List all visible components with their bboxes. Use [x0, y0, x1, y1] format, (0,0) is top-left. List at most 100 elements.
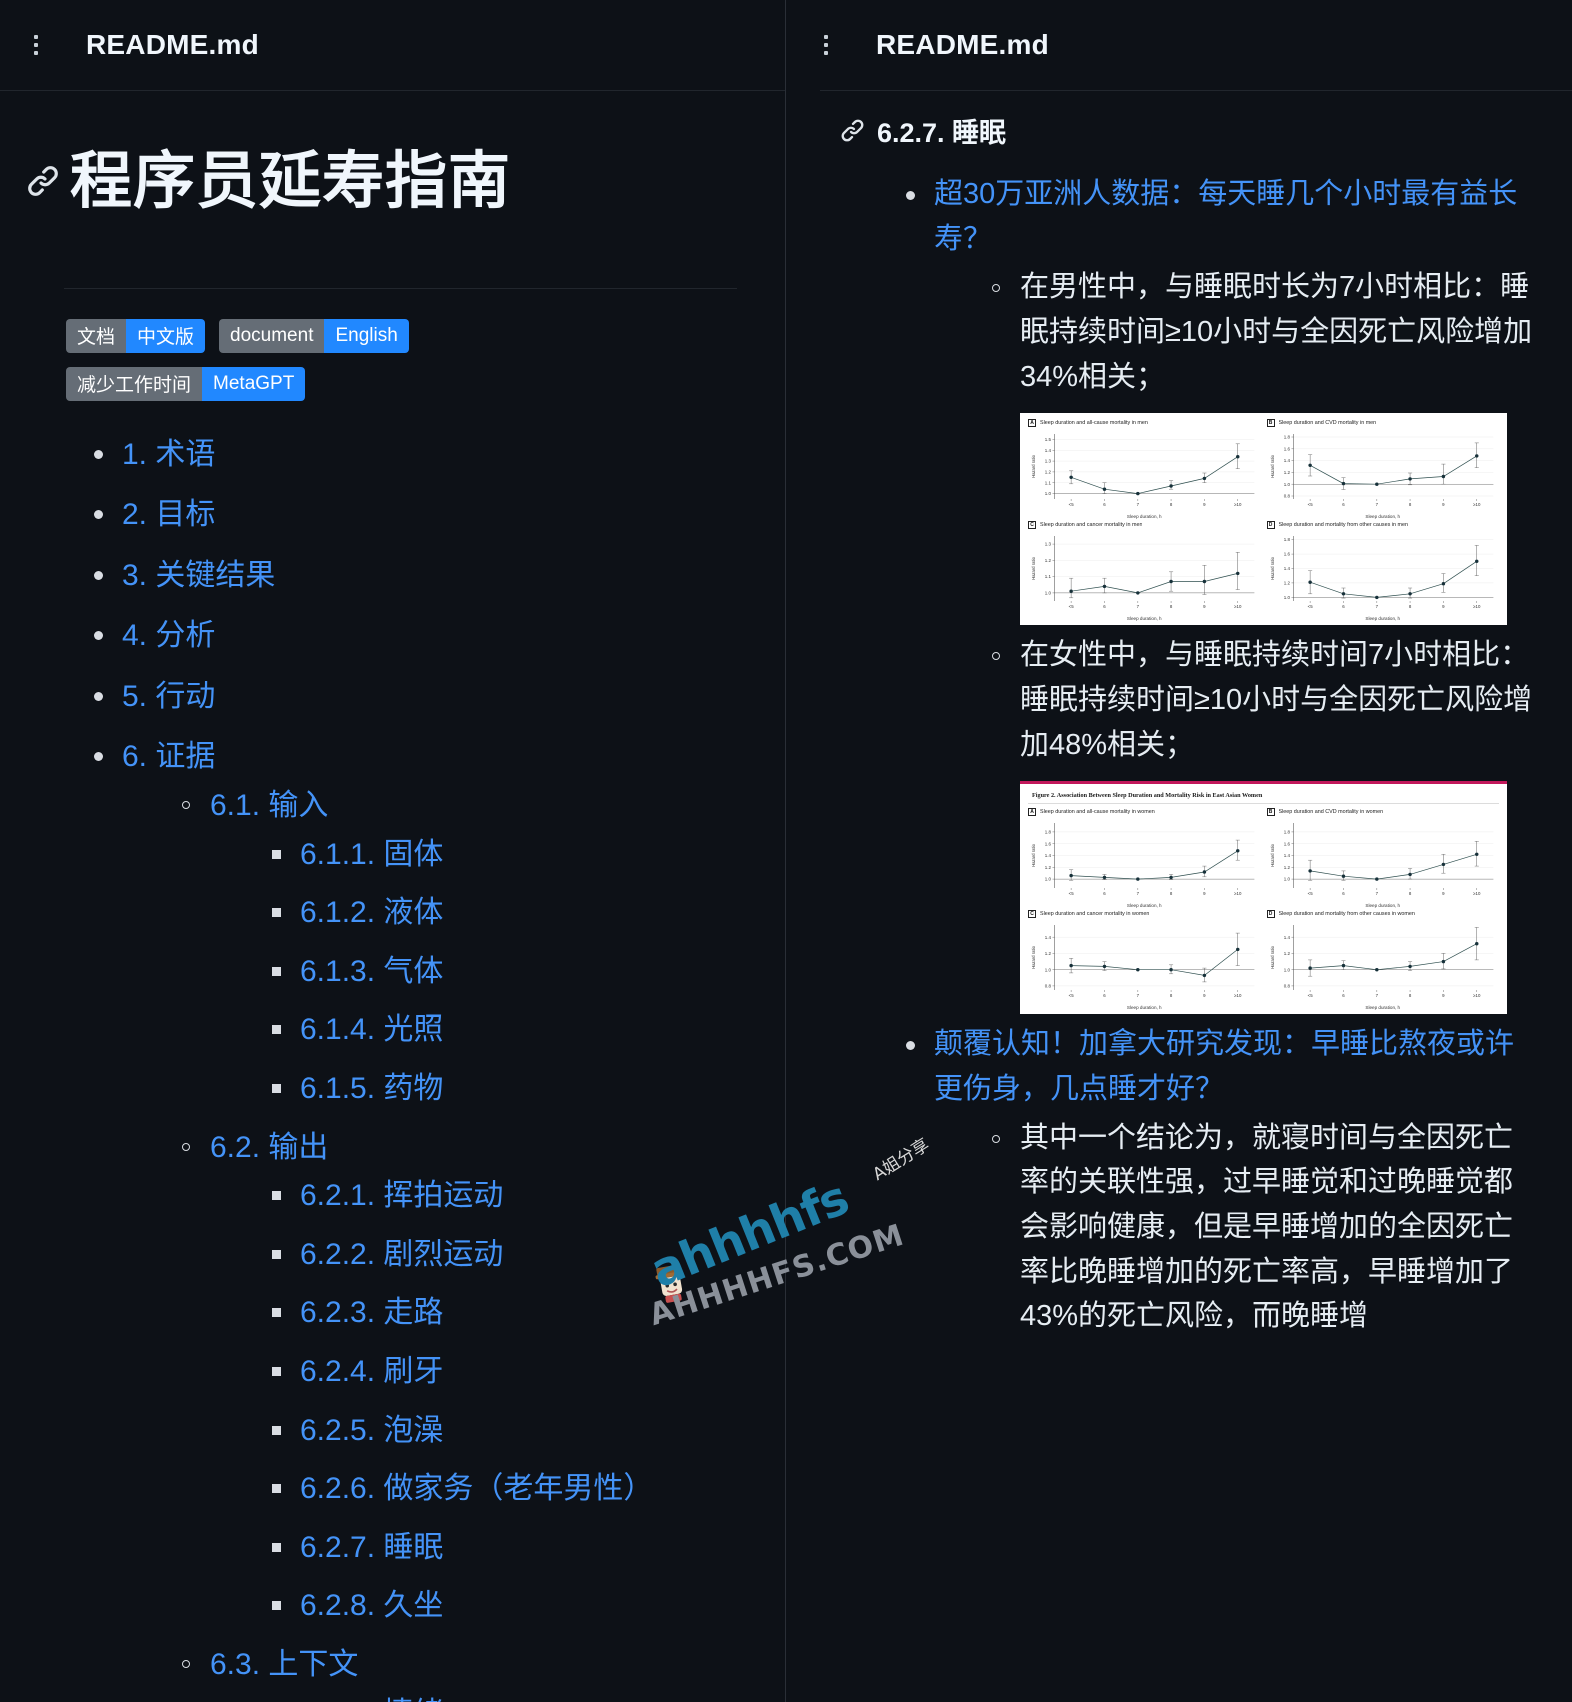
- bullet-square-icon: [272, 1025, 281, 1035]
- chart-x-axis-label: Sleep duration, h: [1365, 903, 1401, 909]
- svg-text:1.4: 1.4: [1283, 853, 1290, 858]
- bullet-disc-icon: [94, 691, 103, 701]
- svg-text:9: 9: [1442, 993, 1445, 998]
- toc-link-6-1-4[interactable]: 6.1.4. 光照: [300, 1013, 443, 1046]
- toc-link-6-1-5[interactable]: 6.1.5. 药物: [300, 1072, 443, 1105]
- chart-x-axis-label: Sleep duration, h: [1126, 903, 1162, 909]
- chart-x-axis-label: Sleep duration, h: [1365, 514, 1401, 520]
- chart-plot-area: 1.0 1.2 1.4 1.6 1.8 <5 6 7 8 9 ≥10 Hazard ratio: [1267, 818, 1500, 902]
- badge-doc-en[interactable]: document English: [219, 318, 409, 353]
- chart-x-axis-label: Sleep duration, h: [1126, 514, 1162, 520]
- toc-link-6-2-6[interactable]: 6.2.6. 做家务（老年男性）: [300, 1472, 653, 1505]
- list-item: 超30万亚洲人数据：每天睡几个小时最有益长寿？ 在男性中，与睡眠时长为7小时相比…: [902, 172, 1538, 1015]
- svg-text:8: 8: [1170, 604, 1173, 609]
- toc-link-6-1-1[interactable]: 6.1.1. 固体: [300, 838, 443, 871]
- toc-link-1[interactable]: 1. 术语: [122, 438, 215, 471]
- outline-list-icon[interactable]: [824, 33, 854, 57]
- list-item: 4. 分析: [90, 612, 745, 661]
- svg-text:1.4: 1.4: [1045, 448, 1052, 453]
- chart-panel-b: B Sleep duration and CVD mortality in me…: [1266, 419, 1500, 520]
- toc-link-6-3[interactable]: 6.3. 上下文: [210, 1648, 358, 1681]
- svg-text:<5: <5: [1069, 891, 1075, 896]
- table-of-contents: 1. 术语 2. 目标 3. 关键结果 4. 分析 5. 行动 6. 证据 6.…: [90, 431, 745, 1702]
- svg-text:8: 8: [1170, 502, 1173, 507]
- evidence-link-2[interactable]: 颠覆认知！加拿大研究发现：早睡比熬夜或许更伤身，几点睡才好？: [934, 1022, 1538, 1111]
- svg-text:7: 7: [1137, 993, 1140, 998]
- link-icon[interactable]: [26, 164, 60, 198]
- badge-value: MetaGPT: [202, 366, 306, 401]
- page-title-row: 程序员延寿指南: [26, 105, 745, 258]
- svg-text:1.0: 1.0: [1045, 877, 1052, 882]
- figure-men-sleep-mortality: A Sleep duration and all-cause mortality…: [1020, 413, 1507, 626]
- evidence-link-1[interactable]: 超30万亚洲人数据：每天睡几个小时最有益长寿？: [934, 172, 1538, 261]
- chart-panel-header: B Sleep duration and CVD mortality in wo…: [1266, 808, 1500, 817]
- list-item: 在女性中，与睡眠持续时间7小时相比：睡眠持续时间≥10小时与全因死亡风险增加48…: [988, 633, 1538, 1015]
- svg-text:6: 6: [1103, 993, 1106, 998]
- svg-text:≥10: ≥10: [1473, 993, 1481, 998]
- toc-sublist-6-1: 6.1.1. 固体 6.1.2. 液体 6.1.3. 气体 6.1.4. 光照 …: [268, 831, 745, 1114]
- chart-plot-area: 1.0 1.2 1.4 1.6 1.8 <5 6 7 8 9 ≥10 Hazard ratio: [1267, 531, 1500, 615]
- outline-list-icon[interactable]: [34, 33, 64, 57]
- svg-text:1.0: 1.0: [1283, 595, 1290, 600]
- svg-text:1.2: 1.2: [1045, 951, 1052, 956]
- bullet-circle-icon: [992, 1134, 1000, 1143]
- toc-link-6-2-3[interactable]: 6.2.3. 走路: [300, 1296, 443, 1329]
- toc-link-6-2-7[interactable]: 6.2.7. 睡眠: [300, 1531, 443, 1564]
- badge-row: 减少工作时间 MetaGPT: [66, 366, 306, 401]
- svg-text:0.8: 0.8: [1283, 984, 1290, 989]
- toc-link-4[interactable]: 4. 分析: [122, 619, 215, 652]
- toc-link-6[interactable]: 6. 证据: [122, 740, 215, 773]
- toc-link-6-2-1[interactable]: 6.2.1. 挥拍运动: [300, 1179, 503, 1212]
- chart-panel-a: A Sleep duration and all-cause mortality…: [1028, 808, 1261, 908]
- bullet-disc-icon: [94, 510, 103, 520]
- badge-metagpt[interactable]: 减少工作时间 MetaGPT: [66, 366, 306, 401]
- toc-link-5[interactable]: 5. 行动: [122, 680, 215, 713]
- toc-link-6-2-5[interactable]: 6.2.5. 泡澡: [300, 1414, 443, 1447]
- toc-link-6-2[interactable]: 6.2. 输出: [210, 1131, 328, 1164]
- svg-text:≥10: ≥10: [1234, 502, 1242, 507]
- svg-text:<5: <5: [1307, 502, 1313, 507]
- list-item: 6.3.1. 情绪: [268, 1690, 745, 1702]
- toc-link-6-2-2[interactable]: 6.2.2. 剧烈运动: [300, 1238, 503, 1271]
- svg-text:9: 9: [1203, 993, 1206, 998]
- svg-text:≥10: ≥10: [1234, 891, 1242, 896]
- evidence-text: 在男性中，与睡眠时长为7小时相比：睡眠持续时间≥10小时与全因死亡风险增加34%…: [1020, 271, 1533, 393]
- bullet-disc-icon: [906, 191, 915, 200]
- svg-text:<5: <5: [1307, 604, 1313, 609]
- right-pane-header: README.md: [786, 0, 1572, 90]
- chart-panel-letter: C: [1028, 910, 1036, 919]
- link-icon[interactable]: [840, 118, 865, 143]
- svg-text:8: 8: [1408, 993, 1411, 998]
- list-item: 6.2.6. 做家务（老年男性）: [268, 1465, 745, 1514]
- toc-link-3[interactable]: 3. 关键结果: [122, 559, 275, 592]
- svg-text:1.0: 1.0: [1283, 968, 1290, 973]
- svg-text:1.8: 1.8: [1283, 435, 1290, 440]
- svg-text:1.4: 1.4: [1045, 935, 1052, 940]
- toc-link-6-2-4[interactable]: 6.2.4. 刷牙: [300, 1355, 443, 1388]
- svg-text:9: 9: [1203, 891, 1206, 896]
- svg-text:0.8: 0.8: [1045, 984, 1052, 989]
- badge-doc-zh[interactable]: 文档 中文版: [66, 318, 206, 353]
- svg-text:6: 6: [1342, 604, 1345, 609]
- chart-panel-a: A Sleep duration and all-cause mortality…: [1028, 419, 1261, 519]
- svg-text:1.2: 1.2: [1045, 865, 1052, 870]
- svg-text:9: 9: [1442, 502, 1445, 507]
- toc-link-6-1[interactable]: 6.1. 输入: [210, 789, 328, 822]
- chart-plot-area: 1.0 1.2 1.4 1.6 1.8 <5 6 7 8 9 ≥10 Hazard ratio: [1028, 818, 1261, 902]
- svg-text:6: 6: [1103, 604, 1106, 609]
- toc-link-6-2-8[interactable]: 6.2.8. 久坐: [300, 1589, 443, 1622]
- bullet-disc-icon: [94, 570, 103, 580]
- svg-text:≥10: ≥10: [1234, 604, 1242, 609]
- chart-x-axis-label: Sleep duration, h: [1365, 1005, 1401, 1011]
- toc-link-6-3-1[interactable]: 6.3.1. 情绪: [300, 1697, 443, 1702]
- document-view: README.md 程序员延寿指南 文档 中文版 document Englis…: [0, 0, 1572, 1702]
- toc-link-6-1-3[interactable]: 6.1.3. 气体: [300, 955, 443, 988]
- chart-panel-letter: B: [1266, 808, 1275, 817]
- page-title: 程序员延寿指南: [70, 146, 512, 216]
- chart-plot-area: 1.0 1.1 1.2 1.3 1.4 1.5 <5 6 7 8 9 ≥10 Hazard ratio: [1028, 429, 1261, 513]
- svg-text:7: 7: [1375, 993, 1378, 998]
- toc-link-2[interactable]: 2. 目标: [122, 498, 215, 531]
- svg-text:1.3: 1.3: [1045, 542, 1052, 547]
- toc-link-6-1-2[interactable]: 6.1.2. 液体: [300, 896, 443, 929]
- chart-panel-header: C Sleep duration and cancer mortality in…: [1028, 521, 1261, 530]
